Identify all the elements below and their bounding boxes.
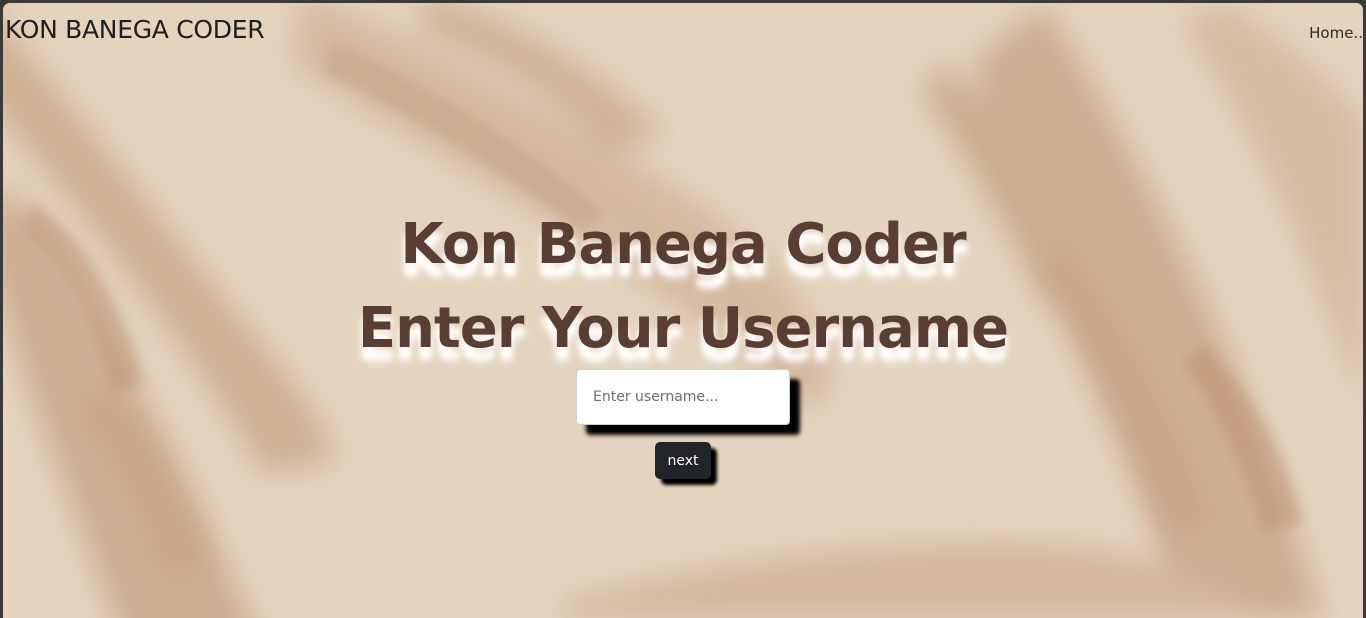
- next-button[interactable]: next: [655, 442, 711, 479]
- hero-section: Kon Banega Coder Enter Your Username: [3, 203, 1363, 371]
- username-input[interactable]: [576, 369, 790, 425]
- brand-title[interactable]: KON BANEGA CODER: [5, 15, 265, 45]
- hero-title: Kon Banega Coder: [400, 212, 966, 277]
- nav-home-link[interactable]: Home..: [1309, 24, 1363, 42]
- hero-subtitle: Enter Your Username: [357, 296, 1009, 361]
- page-window: KON BANEGA CODER Home.. Kon Banega Coder…: [3, 3, 1363, 618]
